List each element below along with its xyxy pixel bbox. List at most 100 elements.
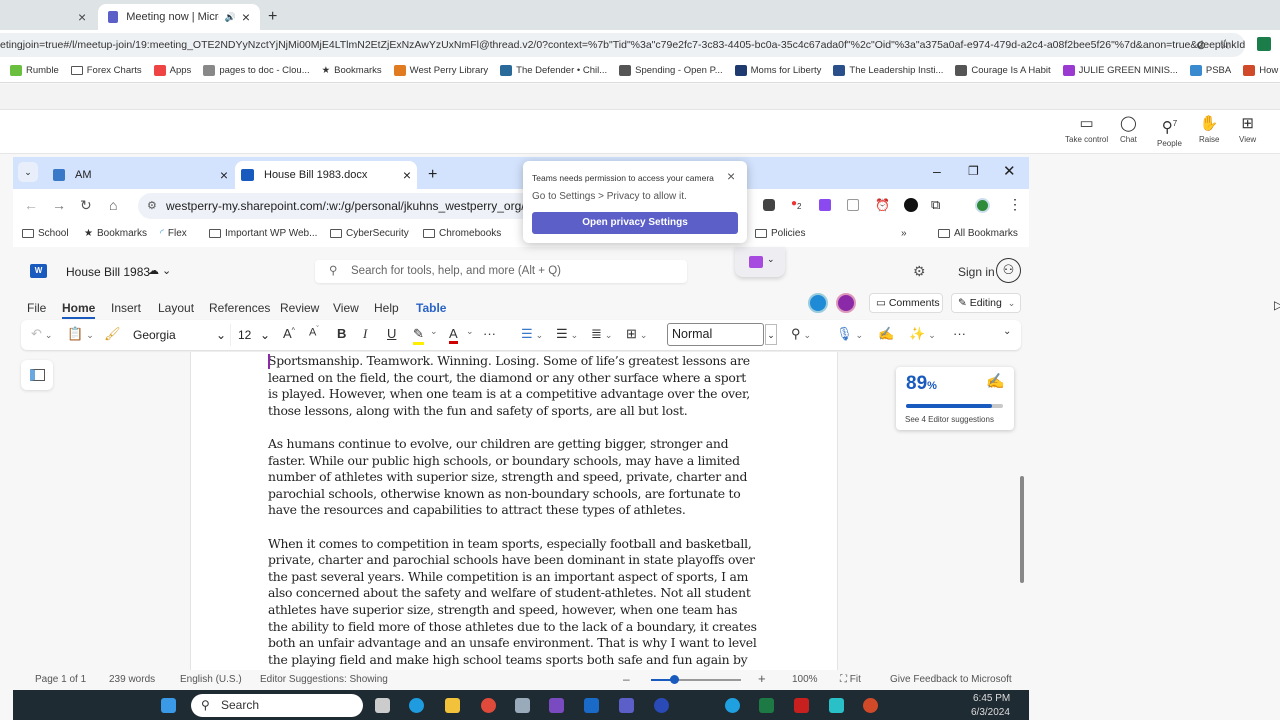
- fit-button[interactable]: ⛶ Fit: [840, 674, 861, 685]
- numbering-button[interactable]: ☰ ⌄: [556, 326, 578, 342]
- view-button[interactable]: ⊞ View: [1239, 116, 1256, 145]
- open-privacy-settings-button[interactable]: Open privacy Settings: [532, 212, 738, 234]
- zoom-out-button[interactable]: –: [623, 672, 630, 686]
- bookmark-important-wp[interactable]: Important WP Web...: [209, 228, 317, 239]
- feedback-link[interactable]: Give Feedback to Microsoft: [890, 674, 1012, 685]
- profile-avatar[interactable]: [975, 198, 990, 213]
- grow-font-button[interactable]: A^: [283, 326, 295, 341]
- inner-tab-am[interactable]: AM ×: [53, 161, 228, 189]
- outer-tab-1[interactable]: ×: [78, 4, 86, 30]
- kebab-menu-icon[interactable]: ⋮: [1008, 196, 1022, 213]
- chevron-down-icon[interactable]: ⌄: [430, 326, 438, 337]
- editor-suggestions-link[interactable]: See 4 Editor suggestions: [905, 415, 994, 424]
- popup-close-button[interactable]: ×: [727, 168, 735, 184]
- scrollbar-thumb[interactable]: [1020, 476, 1024, 583]
- zoom-in-button[interactable]: +: [758, 671, 766, 686]
- extension-icon[interactable]: ●2: [791, 198, 802, 211]
- taskbar-search[interactable]: ⚲ Search: [191, 694, 363, 717]
- eye-slash-icon[interactable]: ⊘: [1196, 38, 1206, 52]
- close-icon[interactable]: ×: [403, 167, 411, 183]
- zoom-slider-handle[interactable]: [669, 675, 679, 684]
- bookmark-item[interactable]: Forex Charts: [59, 65, 142, 76]
- document-page[interactable]: Sportsmanship. Teamwork. Winning. Losing…: [190, 352, 838, 670]
- menu-home[interactable]: Home: [62, 301, 96, 319]
- language-status[interactable]: English (U.S.): [180, 674, 242, 685]
- bookmark-item[interactable]: The Leadership Insti...: [821, 65, 943, 76]
- url-field[interactable]: etingjoin=true#/l/meetup-join/19:meeting…: [0, 33, 1245, 57]
- find-button[interactable]: ⚲ ⌄: [791, 326, 811, 342]
- paragraph[interactable]: When it comes to competition in team spo…: [268, 536, 758, 670]
- extension-icon[interactable]: [819, 199, 831, 211]
- saved-status-icon[interactable]: ☁ ⌄: [148, 264, 171, 277]
- extension-icon[interactable]: [904, 198, 918, 212]
- menu-layout[interactable]: Layout: [158, 301, 194, 315]
- clock-date[interactable]: 6/3/2024: [971, 707, 1010, 718]
- editor-score-card[interactable]: 89% ✍ See 4 Editor suggestions: [896, 367, 1014, 430]
- bookmark-cybersecurity[interactable]: CyberSecurity: [330, 228, 409, 239]
- site-settings-icon[interactable]: ⚙: [147, 193, 157, 219]
- new-tab-button[interactable]: +: [268, 4, 277, 30]
- back-icon[interactable]: ←: [24, 197, 38, 213]
- menu-view[interactable]: View: [333, 301, 359, 315]
- close-icon[interactable]: ×: [220, 167, 228, 183]
- shrink-font-button[interactable]: Aˇ: [309, 326, 319, 339]
- app-icon[interactable]: [515, 698, 530, 713]
- zoom-level[interactable]: 100%: [792, 674, 818, 685]
- reader-icon[interactable]: [847, 199, 859, 211]
- editing-mode-button[interactable]: ✎ Editing ⌄: [951, 293, 1021, 313]
- bookmark-item[interactable]: JULIE GREEN MINIS...: [1051, 65, 1178, 76]
- document-body[interactable]: Sportsmanship. Teamwork. Winning. Losing…: [268, 353, 758, 670]
- more-options-button[interactable]: ···: [953, 326, 966, 341]
- excel-icon[interactable]: [759, 698, 774, 713]
- skype-icon[interactable]: [725, 698, 740, 713]
- restore-button[interactable]: ❐: [968, 164, 979, 178]
- expand-ribbon-button[interactable]: ⌄: [1003, 326, 1011, 337]
- menu-table[interactable]: Table: [416, 301, 446, 315]
- style-select[interactable]: Normal: [667, 323, 764, 346]
- chevron-down-icon[interactable]: ⌄: [466, 326, 474, 337]
- home-icon[interactable]: ⌂: [109, 197, 117, 213]
- addin-button[interactable]: ⌄: [735, 247, 785, 277]
- inner-tab-word-doc[interactable]: House Bill 1983.docx ×: [235, 161, 417, 189]
- extension-icon[interactable]: [763, 199, 775, 211]
- designer-button[interactable]: ✨ ⌄: [909, 326, 936, 342]
- paragraph[interactable]: As humans continue to evolve, our childr…: [268, 436, 758, 519]
- pst-icon[interactable]: [549, 698, 564, 713]
- paste-button[interactable]: 📋 ⌄: [67, 326, 94, 342]
- teams-icon[interactable]: [619, 698, 634, 713]
- bookmark-item[interactable]: pages to doc - Clou...: [191, 65, 310, 76]
- take-control-button[interactable]: ▭ Take control: [1065, 116, 1108, 145]
- bookmark-item[interactable]: Rumble: [0, 65, 59, 76]
- puzzle-icon[interactable]: ⧉: [931, 197, 940, 213]
- new-tab-button[interactable]: +: [428, 161, 437, 189]
- navigation-pane-button[interactable]: [21, 360, 53, 390]
- start-button[interactable]: [161, 698, 176, 713]
- style-dropdown-button[interactable]: ⌄: [765, 324, 777, 345]
- webex-icon[interactable]: [654, 698, 669, 713]
- comments-button[interactable]: ▭ Comments: [869, 293, 943, 313]
- alarm-icon[interactable]: ⏰: [875, 198, 890, 212]
- dictate-button[interactable]: 🎙 ⌄: [836, 326, 863, 342]
- chrome-icon[interactable]: [481, 698, 496, 713]
- reload-icon[interactable]: ↻: [80, 197, 92, 214]
- bookmark-policies[interactable]: Policies: [755, 228, 805, 239]
- font-size-select[interactable]: 12 ⌄: [234, 324, 274, 346]
- menu-references[interactable]: References: [209, 301, 270, 315]
- extension-icon[interactable]: [1257, 37, 1271, 51]
- font-name-select[interactable]: Georgia ⌄: [131, 324, 231, 346]
- underline-button[interactable]: U: [387, 326, 396, 341]
- zoom-slider[interactable]: [651, 675, 741, 684]
- forward-icon[interactable]: →: [52, 197, 66, 213]
- task-view-icon[interactable]: [375, 698, 390, 713]
- powerpoint-icon[interactable]: [863, 698, 878, 713]
- tab-search-button[interactable]: ⌄: [18, 162, 38, 182]
- raise-hand-button[interactable]: ✋ Raise: [1199, 116, 1219, 145]
- minimize-button[interactable]: –: [933, 163, 941, 179]
- editor-button[interactable]: ✍: [878, 326, 894, 342]
- more-font-options-button[interactable]: ···: [483, 326, 496, 341]
- bullets-button[interactable]: ☰ ⌄: [521, 326, 543, 342]
- participant-avatar[interactable]: [836, 293, 856, 313]
- undo-button[interactable]: ↶ ⌄: [31, 326, 52, 342]
- menu-review[interactable]: Review: [280, 301, 319, 315]
- edge-icon[interactable]: [409, 698, 424, 713]
